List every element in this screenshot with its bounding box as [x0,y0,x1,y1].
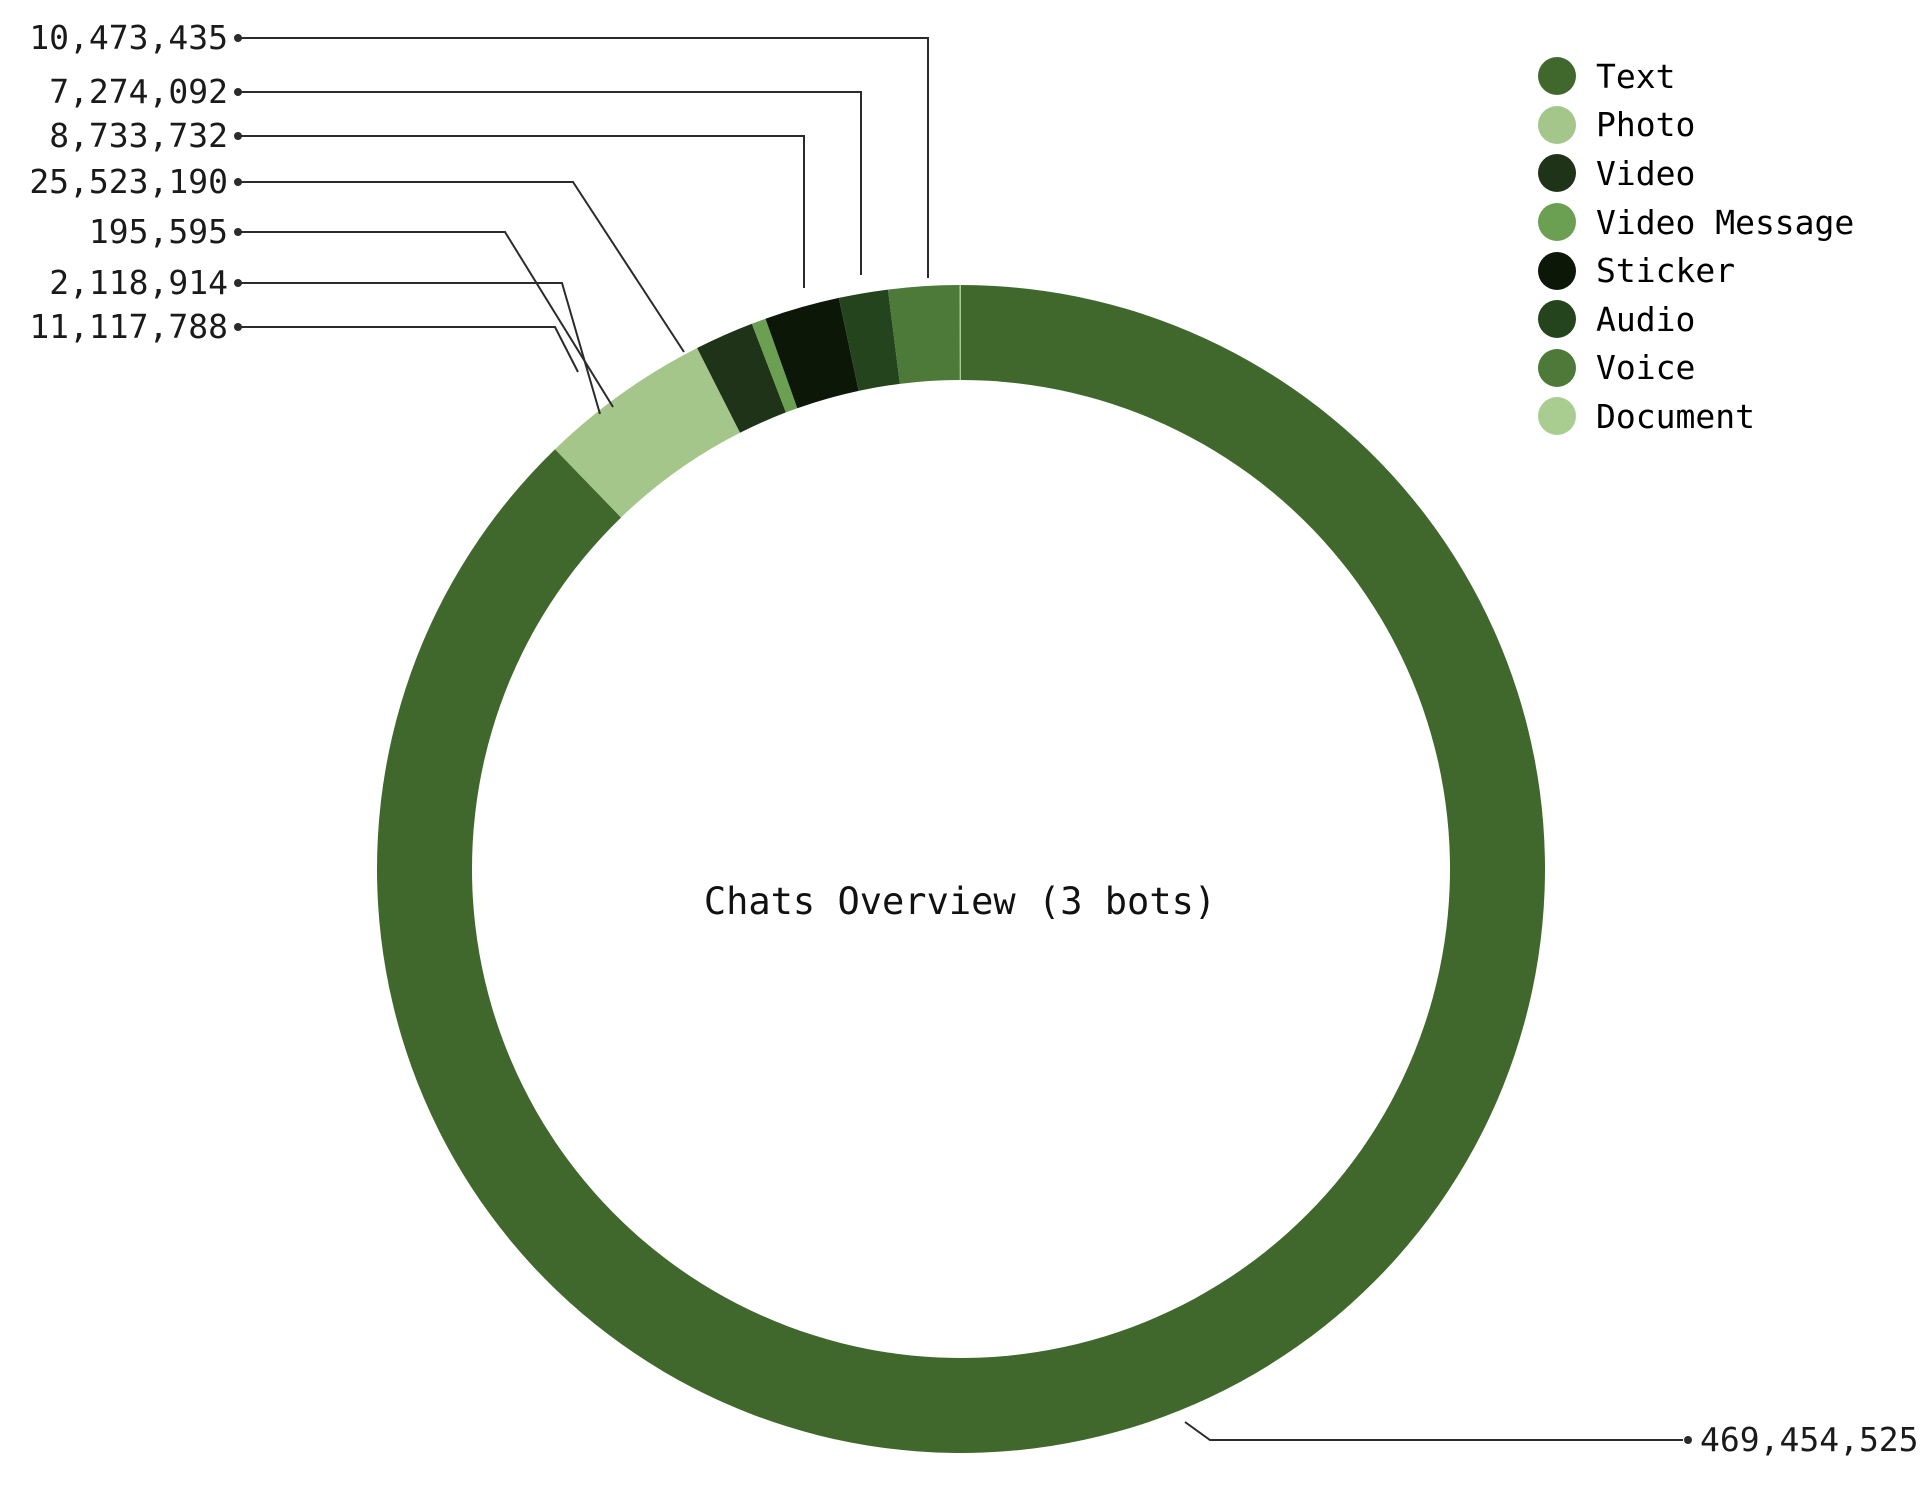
leader-dot-text [1684,1436,1692,1444]
legend-item-label: Audio [1596,299,1696,339]
leader-line-document [238,231,614,408]
leader-line-sticker [238,135,805,288]
value-label-voice: 10,473,435 [29,18,228,57]
legend-swatch-icon [1538,57,1576,96]
donut-slice-text[interactable] [376,285,1545,1453]
chart-legend: Text Photo Video Video Message Sticker Audio V… [1538,52,1854,441]
legend-item-label: Video Message [1596,202,1855,242]
legend-item-video[interactable]: Video [1538,149,1854,198]
leader-line-voice [238,37,929,278]
value-label-photo: 25,523,190 [29,162,228,201]
value-label-document: 195,595 [88,212,228,251]
value-label-sticker: 8,733,732 [49,116,228,155]
leader-line-video-message [238,282,601,415]
legend-item-text[interactable]: Text [1538,52,1854,101]
donut-slice-group [376,285,1545,1453]
legend-item-label: Photo [1596,105,1696,145]
legend-swatch-icon [1538,154,1576,193]
legend-item-label: Voice [1596,348,1696,388]
legend-item-document[interactable]: Document [1538,392,1854,441]
leader-line-video [238,326,579,373]
value-label-text: 469,454,525 [1700,1420,1919,1459]
legend-swatch-icon [1538,300,1576,339]
value-label-video-message: 2,118,914 [49,263,228,302]
legend-item-voice[interactable]: Voice [1538,344,1854,393]
legend-item-label: Sticker [1596,251,1736,291]
legend-swatch-icon [1538,105,1576,144]
donut-slice-document[interactable] [959,285,961,381]
legend-item-audio[interactable]: Audio [1538,295,1854,344]
leader-line-text [1184,1421,1683,1441]
legend-item-photo[interactable]: Photo [1538,101,1854,150]
legend-swatch-icon [1538,251,1576,290]
donut-chart-root: Chats Overview (3 bots) Text Photo Video Vi… [0,0,1920,1492]
value-label-video: 11,117,788 [29,307,228,346]
legend-item-label: Video [1596,153,1696,193]
legend-swatch-icon [1538,397,1576,436]
legend-swatch-icon [1538,203,1576,242]
leader-line-audio [238,91,862,275]
donut-slice-voice[interactable] [888,285,960,384]
legend-item-video-message[interactable]: Video Message [1538,198,1854,247]
donut-center-title: Chats Overview (3 bots) [703,880,1217,923]
legend-item-label: Document [1596,396,1755,436]
legend-item-label: Text [1596,56,1676,96]
legend-item-sticker[interactable]: Sticker [1538,246,1854,295]
legend-swatch-icon [1538,348,1576,387]
value-label-audio: 7,274,092 [49,72,228,111]
